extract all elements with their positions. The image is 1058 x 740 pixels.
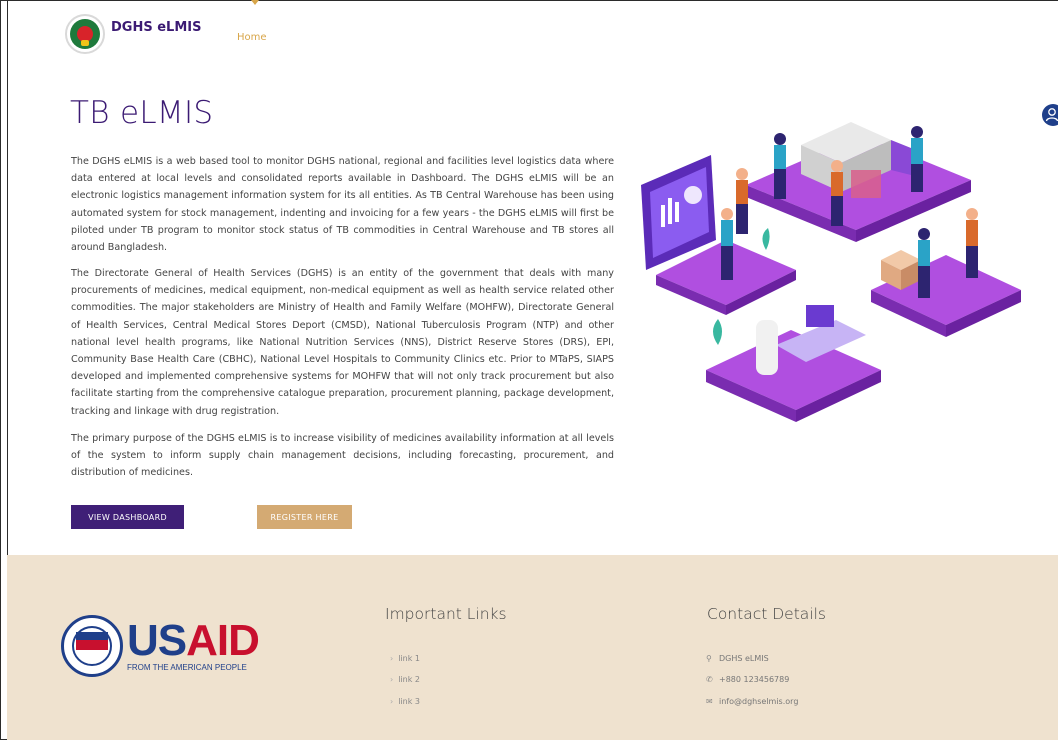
contact-details-title: Contact Details bbox=[707, 605, 826, 623]
register-button[interactable]: REGISTER HERE bbox=[257, 505, 352, 529]
footer-link-1[interactable]: › link 1 bbox=[390, 654, 420, 663]
location-pin-icon: ⚲ bbox=[706, 654, 712, 663]
important-links-title: Important Links bbox=[385, 605, 507, 623]
footer-link-3[interactable]: › link 3 bbox=[390, 697, 420, 706]
chevron-right-icon: › bbox=[390, 675, 394, 684]
contact-phone[interactable]: ✆ +880 123456789 bbox=[706, 675, 789, 684]
phone-icon: ✆ bbox=[706, 675, 713, 684]
view-dashboard-button[interactable]: VIEW DASHBOARD bbox=[71, 505, 184, 529]
hospital-platform bbox=[706, 305, 881, 422]
chevron-right-icon: › bbox=[390, 654, 394, 663]
brand-name: DGHS eLMIS bbox=[111, 19, 202, 35]
logistics-illustration bbox=[641, 122, 1021, 422]
intro-paragraph: The DGHS eLMIS is a web based tool to mo… bbox=[71, 156, 614, 254]
email-icon: ✉ bbox=[706, 697, 713, 706]
dghs-paragraph: The Directorate General of Health Servic… bbox=[71, 268, 614, 417]
usaid-tagline: FROM THE AMERICAN PEOPLE bbox=[127, 662, 247, 672]
page-title: TB eLMIS bbox=[70, 95, 214, 131]
usaid-seal-icon bbox=[61, 615, 123, 677]
site-footer: USAID FROM THE AMERICAN PEOPLE Important… bbox=[7, 555, 1058, 740]
brand-logo-link[interactable]: DGHS eLMIS bbox=[65, 14, 201, 54]
purpose-paragraph: The primary purpose of the DGHS eLMIS is… bbox=[71, 433, 614, 479]
contact-email[interactable]: ✉ info@dghselmis.org bbox=[706, 697, 798, 706]
usaid-wordmark: USAID bbox=[127, 615, 260, 665]
footer-link-2[interactable]: › link 2 bbox=[390, 675, 420, 684]
bangladesh-emblem-icon bbox=[65, 14, 105, 54]
user-icon-glyph bbox=[1045, 108, 1058, 122]
site-header: DGHS eLMIS Home bbox=[7, 0, 1058, 70]
usaid-logo: USAID FROM THE AMERICAN PEOPLE bbox=[61, 615, 260, 677]
nav-home-link[interactable]: Home bbox=[237, 32, 267, 43]
chevron-right-icon: › bbox=[390, 697, 394, 706]
storage-platform bbox=[871, 250, 1021, 337]
user-icon[interactable] bbox=[1042, 104, 1058, 126]
contact-name: ⚲ DGHS eLMIS bbox=[706, 654, 769, 663]
active-nav-marker bbox=[251, 0, 259, 6]
